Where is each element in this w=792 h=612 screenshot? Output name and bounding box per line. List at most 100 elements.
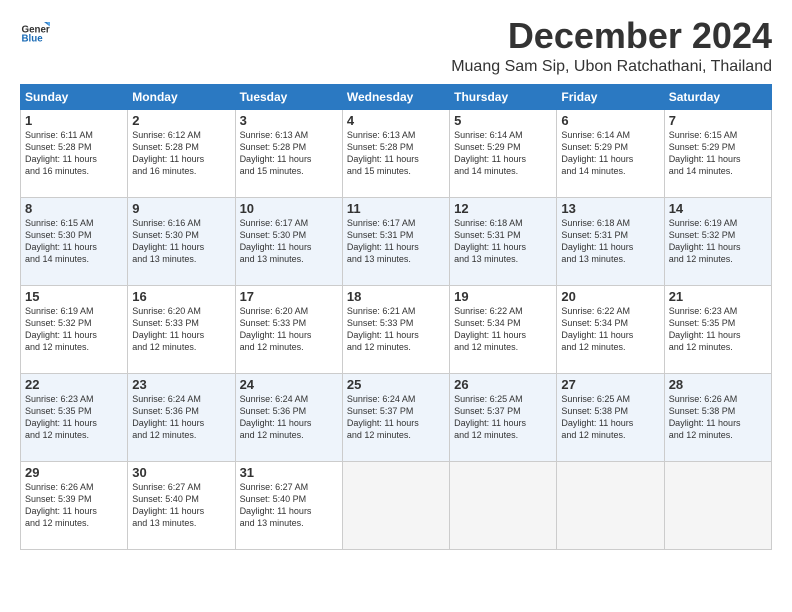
- calendar-day: 23Sunrise: 6:24 AMSunset: 5:36 PMDayligh…: [128, 373, 235, 461]
- calendar-day: 25Sunrise: 6:24 AMSunset: 5:37 PMDayligh…: [342, 373, 449, 461]
- day-number: 7: [669, 113, 767, 128]
- day-number: 4: [347, 113, 445, 128]
- logo-icon: General Blue: [20, 16, 50, 46]
- weekday-header-thursday: Thursday: [450, 84, 557, 109]
- day-info: Sunrise: 6:18 AMSunset: 5:31 PMDaylight:…: [454, 217, 552, 266]
- day-number: 30: [132, 465, 230, 480]
- weekday-header-sunday: Sunday: [21, 84, 128, 109]
- day-number: 27: [561, 377, 659, 392]
- day-number: 19: [454, 289, 552, 304]
- day-number: 12: [454, 201, 552, 216]
- day-info: Sunrise: 6:21 AMSunset: 5:33 PMDaylight:…: [347, 305, 445, 354]
- calendar-table: SundayMondayTuesdayWednesdayThursdayFrid…: [20, 84, 772, 550]
- day-info: Sunrise: 6:23 AMSunset: 5:35 PMDaylight:…: [25, 393, 123, 442]
- day-info: Sunrise: 6:25 AMSunset: 5:37 PMDaylight:…: [454, 393, 552, 442]
- day-number: 28: [669, 377, 767, 392]
- calendar-week-2: 8Sunrise: 6:15 AMSunset: 5:30 PMDaylight…: [21, 197, 772, 285]
- weekday-header-wednesday: Wednesday: [342, 84, 449, 109]
- calendar-week-3: 15Sunrise: 6:19 AMSunset: 5:32 PMDayligh…: [21, 285, 772, 373]
- calendar-day: 28Sunrise: 6:26 AMSunset: 5:38 PMDayligh…: [664, 373, 771, 461]
- day-info: Sunrise: 6:15 AMSunset: 5:29 PMDaylight:…: [669, 129, 767, 178]
- calendar-day: [557, 461, 664, 549]
- day-info: Sunrise: 6:24 AMSunset: 5:36 PMDaylight:…: [132, 393, 230, 442]
- day-info: Sunrise: 6:15 AMSunset: 5:30 PMDaylight:…: [25, 217, 123, 266]
- day-number: 31: [240, 465, 338, 480]
- day-number: 26: [454, 377, 552, 392]
- weekday-header-tuesday: Tuesday: [235, 84, 342, 109]
- day-info: Sunrise: 6:22 AMSunset: 5:34 PMDaylight:…: [454, 305, 552, 354]
- weekday-header-friday: Friday: [557, 84, 664, 109]
- calendar-day: 17Sunrise: 6:20 AMSunset: 5:33 PMDayligh…: [235, 285, 342, 373]
- calendar-day: 6Sunrise: 6:14 AMSunset: 5:29 PMDaylight…: [557, 109, 664, 197]
- day-number: 8: [25, 201, 123, 216]
- day-number: 11: [347, 201, 445, 216]
- title-block: December 2024 Muang Sam Sip, Ubon Ratcha…: [451, 16, 772, 76]
- calendar-day: 14Sunrise: 6:19 AMSunset: 5:32 PMDayligh…: [664, 197, 771, 285]
- day-number: 6: [561, 113, 659, 128]
- day-info: Sunrise: 6:27 AMSunset: 5:40 PMDaylight:…: [132, 481, 230, 530]
- day-number: 17: [240, 289, 338, 304]
- calendar-day: 22Sunrise: 6:23 AMSunset: 5:35 PMDayligh…: [21, 373, 128, 461]
- day-number: 22: [25, 377, 123, 392]
- calendar-day: 13Sunrise: 6:18 AMSunset: 5:31 PMDayligh…: [557, 197, 664, 285]
- calendar-day: 5Sunrise: 6:14 AMSunset: 5:29 PMDaylight…: [450, 109, 557, 197]
- day-number: 14: [669, 201, 767, 216]
- calendar-day: 26Sunrise: 6:25 AMSunset: 5:37 PMDayligh…: [450, 373, 557, 461]
- day-info: Sunrise: 6:17 AMSunset: 5:30 PMDaylight:…: [240, 217, 338, 266]
- day-info: Sunrise: 6:16 AMSunset: 5:30 PMDaylight:…: [132, 217, 230, 266]
- day-info: Sunrise: 6:13 AMSunset: 5:28 PMDaylight:…: [347, 129, 445, 178]
- day-number: 21: [669, 289, 767, 304]
- calendar-week-4: 22Sunrise: 6:23 AMSunset: 5:35 PMDayligh…: [21, 373, 772, 461]
- day-info: Sunrise: 6:13 AMSunset: 5:28 PMDaylight:…: [240, 129, 338, 178]
- calendar-day: 29Sunrise: 6:26 AMSunset: 5:39 PMDayligh…: [21, 461, 128, 549]
- calendar-day: 4Sunrise: 6:13 AMSunset: 5:28 PMDaylight…: [342, 109, 449, 197]
- calendar-day: 18Sunrise: 6:21 AMSunset: 5:33 PMDayligh…: [342, 285, 449, 373]
- calendar-week-1: 1Sunrise: 6:11 AMSunset: 5:28 PMDaylight…: [21, 109, 772, 197]
- page-header: General Blue December 2024 Muang Sam Sip…: [20, 16, 772, 76]
- calendar-day: [664, 461, 771, 549]
- day-info: Sunrise: 6:22 AMSunset: 5:34 PMDaylight:…: [561, 305, 659, 354]
- calendar-day: 3Sunrise: 6:13 AMSunset: 5:28 PMDaylight…: [235, 109, 342, 197]
- day-info: Sunrise: 6:12 AMSunset: 5:28 PMDaylight:…: [132, 129, 230, 178]
- day-number: 3: [240, 113, 338, 128]
- day-info: Sunrise: 6:26 AMSunset: 5:39 PMDaylight:…: [25, 481, 123, 530]
- calendar-day: 31Sunrise: 6:27 AMSunset: 5:40 PMDayligh…: [235, 461, 342, 549]
- logo: General Blue: [20, 16, 50, 46]
- day-info: Sunrise: 6:25 AMSunset: 5:38 PMDaylight:…: [561, 393, 659, 442]
- calendar-day: 9Sunrise: 6:16 AMSunset: 5:30 PMDaylight…: [128, 197, 235, 285]
- calendar-day: 15Sunrise: 6:19 AMSunset: 5:32 PMDayligh…: [21, 285, 128, 373]
- calendar-day: 27Sunrise: 6:25 AMSunset: 5:38 PMDayligh…: [557, 373, 664, 461]
- day-info: Sunrise: 6:23 AMSunset: 5:35 PMDaylight:…: [669, 305, 767, 354]
- calendar-day: 12Sunrise: 6:18 AMSunset: 5:31 PMDayligh…: [450, 197, 557, 285]
- calendar-day: 2Sunrise: 6:12 AMSunset: 5:28 PMDaylight…: [128, 109, 235, 197]
- day-number: 1: [25, 113, 123, 128]
- calendar-day: 1Sunrise: 6:11 AMSunset: 5:28 PMDaylight…: [21, 109, 128, 197]
- day-info: Sunrise: 6:27 AMSunset: 5:40 PMDaylight:…: [240, 481, 338, 530]
- day-number: 20: [561, 289, 659, 304]
- day-number: 18: [347, 289, 445, 304]
- day-info: Sunrise: 6:17 AMSunset: 5:31 PMDaylight:…: [347, 217, 445, 266]
- day-number: 10: [240, 201, 338, 216]
- calendar-day: 8Sunrise: 6:15 AMSunset: 5:30 PMDaylight…: [21, 197, 128, 285]
- calendar-day: 11Sunrise: 6:17 AMSunset: 5:31 PMDayligh…: [342, 197, 449, 285]
- day-info: Sunrise: 6:19 AMSunset: 5:32 PMDaylight:…: [669, 217, 767, 266]
- day-number: 23: [132, 377, 230, 392]
- svg-text:Blue: Blue: [22, 34, 44, 45]
- day-number: 16: [132, 289, 230, 304]
- calendar-day: 20Sunrise: 6:22 AMSunset: 5:34 PMDayligh…: [557, 285, 664, 373]
- calendar-day: 19Sunrise: 6:22 AMSunset: 5:34 PMDayligh…: [450, 285, 557, 373]
- day-info: Sunrise: 6:20 AMSunset: 5:33 PMDaylight:…: [132, 305, 230, 354]
- day-info: Sunrise: 6:19 AMSunset: 5:32 PMDaylight:…: [25, 305, 123, 354]
- day-info: Sunrise: 6:14 AMSunset: 5:29 PMDaylight:…: [454, 129, 552, 178]
- day-number: 5: [454, 113, 552, 128]
- calendar-day: 16Sunrise: 6:20 AMSunset: 5:33 PMDayligh…: [128, 285, 235, 373]
- calendar-day: 24Sunrise: 6:24 AMSunset: 5:36 PMDayligh…: [235, 373, 342, 461]
- day-number: 15: [25, 289, 123, 304]
- day-number: 25: [347, 377, 445, 392]
- day-number: 13: [561, 201, 659, 216]
- day-info: Sunrise: 6:11 AMSunset: 5:28 PMDaylight:…: [25, 129, 123, 178]
- calendar-day: 7Sunrise: 6:15 AMSunset: 5:29 PMDaylight…: [664, 109, 771, 197]
- day-info: Sunrise: 6:24 AMSunset: 5:37 PMDaylight:…: [347, 393, 445, 442]
- day-info: Sunrise: 6:14 AMSunset: 5:29 PMDaylight:…: [561, 129, 659, 178]
- day-info: Sunrise: 6:26 AMSunset: 5:38 PMDaylight:…: [669, 393, 767, 442]
